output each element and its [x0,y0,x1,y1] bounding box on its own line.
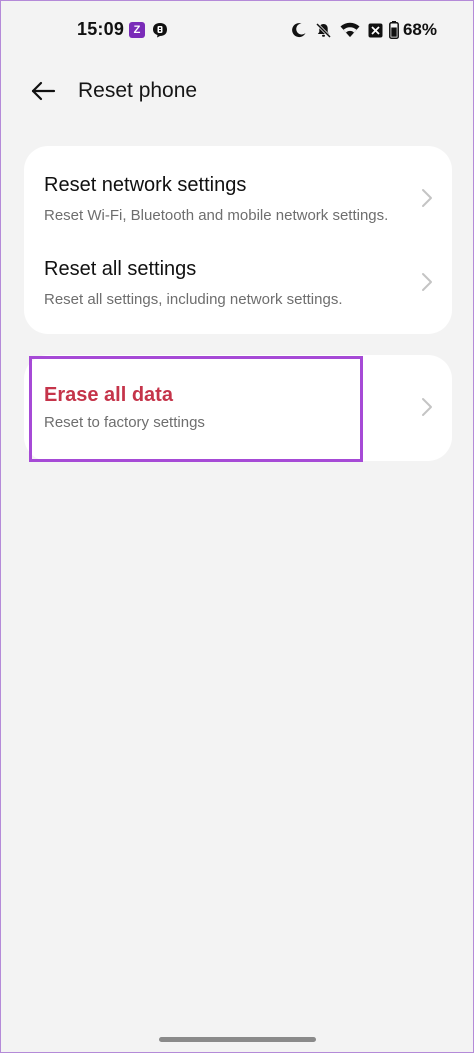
reset-options-card: Reset network settings Reset Wi-Fi, Blue… [24,146,452,334]
reset-all-settings-item[interactable]: Reset all settings Reset all settings, i… [24,242,452,326]
page-title: Reset phone [78,79,198,102]
erase-all-data-title: Erase all data [44,384,173,406]
silent-bell-icon [315,22,332,39]
status-time: 15:09 [77,19,125,39]
notification-b-icon [152,22,168,38]
screen: 15:09 Z 68% Reset phone Reset network se… [0,0,474,1053]
status-bar: 15:09 Z 68% [1,1,473,59]
reset-network-settings-item[interactable]: Reset network settings Reset Wi-Fi, Blue… [24,158,452,242]
reset-network-settings-subtitle: Reset Wi-Fi, Bluetooth and mobile networ… [44,207,389,224]
reset-network-settings-title: Reset network settings [44,174,247,196]
battery-percent: 68% [402,20,437,39]
erase-all-data-item[interactable]: Erase all data Reset to factory settings [24,366,452,450]
battery-icon [389,21,399,39]
erase-card: Erase all data Reset to factory settings [24,355,452,461]
chevron-right-icon [422,398,432,416]
back-button[interactable] [25,73,61,109]
status-icons: 68% [283,20,437,40]
arrow-left-icon [31,81,56,101]
chevron-right-icon [422,189,432,207]
sim-off-icon [368,23,383,38]
home-indicator[interactable] [159,1037,316,1042]
reset-all-settings-title: Reset all settings [44,258,197,280]
app-bar: Reset phone [1,59,473,123]
reset-all-settings-subtitle: Reset all settings, including network se… [44,291,343,308]
do-not-disturb-moon-icon [291,22,307,38]
chevron-right-icon [422,273,432,291]
z-app-icon: Z [129,22,145,38]
erase-all-data-subtitle: Reset to factory settings [44,414,205,431]
wifi-icon [340,22,360,38]
